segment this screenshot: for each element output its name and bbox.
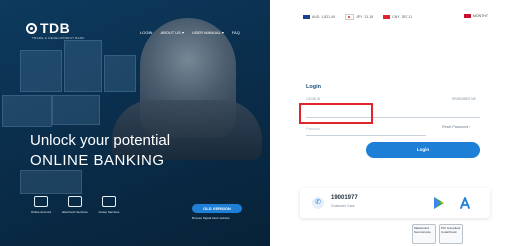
password-input[interactable]	[306, 129, 426, 136]
nav-item-faq[interactable]: FAQ	[232, 30, 240, 35]
rate-code: JPY	[356, 15, 363, 19]
old-version-button[interactable]: OLD VERSION	[192, 204, 242, 213]
language-label: MONTHT	[473, 14, 488, 18]
customer-care-card: ✆ 19001977 Customer Care	[300, 188, 490, 218]
hero-headline: Unlock your potential	[30, 132, 171, 149]
brand-tagline: TRADE & DEVELOPMENT BANK	[32, 36, 85, 40]
quick-link-label: Group Services	[98, 210, 120, 214]
security-badges: Mastercard SecureCode PCI Compliant Code…	[412, 224, 463, 244]
care-label: Customer Care	[331, 204, 355, 208]
quick-link-group[interactable]: Group Services	[94, 196, 124, 214]
quick-link-account[interactable]: Online Account	[26, 196, 56, 214]
login-title: Login	[306, 84, 321, 90]
cn-flag-icon	[383, 15, 391, 19]
group-icon	[102, 196, 116, 207]
au-flag-icon	[303, 15, 310, 19]
hero-banner: TDB TRADE & DEVELOPMENT BANK LOGIN ABOUT…	[0, 0, 270, 246]
pci-badge: PCI Compliant CodeCheck	[439, 224, 463, 244]
phone-icon[interactable]: ✆	[312, 197, 324, 209]
highlight-box	[299, 103, 373, 124]
background-tile	[104, 55, 136, 92]
rate-value: 21.18	[364, 15, 374, 19]
nav-item-manual[interactable]: USER MANUAL ▾	[192, 30, 224, 35]
language-switcher[interactable]: MONTHT	[464, 14, 488, 18]
google-play-icon[interactable]	[432, 196, 446, 210]
background-tile	[64, 40, 102, 92]
hero-subheadline: ONLINE BANKING	[30, 152, 165, 169]
reset-password-label: Reset Password	[442, 125, 469, 129]
nav-item-manual-label: USER MANUAL	[191, 30, 221, 35]
quick-link-electronic[interactable]: Electronic Services	[60, 196, 90, 214]
quick-link-label: Online Account	[30, 210, 52, 214]
login-button[interactable]: Login	[366, 142, 480, 158]
download-icon	[68, 196, 82, 207]
rate-cny: CNY 357.11	[383, 15, 412, 19]
nav-item-about[interactable]: ABOUT US ▾	[160, 30, 184, 35]
logo-mark-icon	[26, 22, 37, 34]
nav-item-about-label: ABOUT US	[160, 30, 181, 35]
brand-logo[interactable]: TDB	[26, 20, 70, 36]
rate-value: 1,821.40	[321, 15, 336, 19]
language-flag-icon	[464, 14, 471, 18]
remember-me-label[interactable]: REMEMBER ME	[452, 97, 476, 101]
top-nav: LOGIN ABOUT US ▾ USER MANUAL ▾ FAQ	[140, 30, 240, 35]
mastercard-secure-badge: Mastercard SecureCode	[412, 224, 436, 244]
old-version-description: Browse Digital bank website	[192, 216, 230, 220]
app-store-icon[interactable]	[458, 196, 472, 210]
rate-value: 357.11	[401, 15, 413, 19]
rate-code: CNY	[392, 15, 400, 19]
background-tile	[20, 170, 82, 194]
nav-item-login[interactable]: LOGIN	[140, 30, 152, 35]
care-number[interactable]: 19001977	[331, 195, 358, 201]
rate-code: AUD	[312, 15, 320, 19]
hero-person-body	[112, 100, 262, 160]
rate-aud: AUD 1,821.40	[303, 15, 335, 19]
background-tile	[2, 95, 52, 127]
rate-jpy: JPY 21.18	[345, 14, 373, 20]
background-tile	[20, 50, 62, 92]
username-label: LOGIN ID	[306, 97, 320, 101]
jp-flag-icon	[345, 14, 355, 20]
quick-link-label: Electronic Services	[62, 210, 88, 214]
reset-password-link[interactable]: Reset Password ›	[442, 125, 470, 129]
brand-name: TDB	[40, 20, 71, 36]
background-tile	[52, 95, 100, 125]
exchange-rates-bar: AUD 1,821.40 JPY 21.18 CNY 357.11	[303, 14, 412, 20]
wallet-icon	[34, 196, 48, 207]
